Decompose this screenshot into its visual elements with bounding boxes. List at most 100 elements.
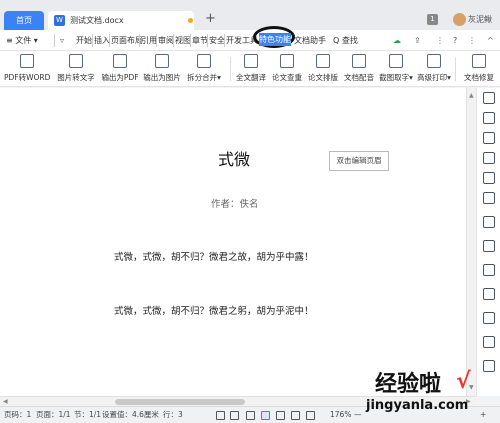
fullscreen-icon[interactable] bbox=[216, 411, 225, 420]
settings-icon[interactable]: ⋮ bbox=[468, 30, 476, 51]
page-view-icon[interactable] bbox=[261, 411, 270, 420]
menu-item-featured[interactable]: 特色功能 bbox=[259, 33, 291, 46]
share-box-icon[interactable] bbox=[483, 336, 495, 348]
horizontal-scroll-thumb[interactable] bbox=[115, 399, 245, 405]
right-side-panel bbox=[476, 88, 500, 396]
doc-repair-button[interactable]: 文档修复 bbox=[460, 51, 498, 87]
share-icon[interactable]: ⇪ bbox=[414, 30, 421, 51]
watermark-check-icon: √ bbox=[456, 369, 471, 394]
printer-icon bbox=[427, 54, 441, 68]
read-mode-icon[interactable] bbox=[246, 411, 255, 420]
watermark-logo: 经验啦 bbox=[375, 372, 442, 397]
document-page[interactable] bbox=[0, 88, 466, 396]
status-setting-value: 设置值：4.6厘米 bbox=[102, 410, 159, 419]
zoom-level[interactable]: 176% bbox=[330, 407, 351, 423]
menu-item-doc-assistant[interactable]: 文档助手 bbox=[294, 30, 326, 51]
location-icon[interactable] bbox=[483, 152, 495, 164]
fill-icon[interactable] bbox=[483, 192, 495, 204]
document-tab-title: 测试文档.docx bbox=[70, 16, 124, 25]
menu-item-reference[interactable]: 引用 bbox=[141, 30, 157, 51]
vertical-scrollbar[interactable]: ▲ ▼ bbox=[466, 88, 476, 396]
pdf-to-word-icon bbox=[20, 54, 34, 68]
tab-bar: 首页 W 测试文档.docx + 1 灰泥鳅 bbox=[0, 0, 500, 30]
plagiarism-check-button[interactable]: 论文查重 bbox=[270, 51, 304, 87]
document-author: 作者：佚名 bbox=[211, 199, 259, 210]
zoom-in-button[interactable]: + bbox=[480, 407, 486, 423]
export-image-button[interactable]: 输出为图片 bbox=[142, 51, 182, 87]
panel-pin-icon[interactable] bbox=[483, 92, 495, 104]
user-name[interactable]: 灰泥鳅 bbox=[468, 13, 492, 26]
menu-divider bbox=[54, 34, 55, 47]
export-pdf-button[interactable]: 输出为PDF bbox=[100, 51, 140, 87]
menu-item-insert[interactable]: 插入 bbox=[94, 30, 110, 51]
menu-item-chapter[interactable]: 章节 bbox=[192, 30, 208, 51]
split-merge-button[interactable]: 拆分合并▾ bbox=[184, 51, 224, 87]
screenshot-ocr-button[interactable]: 截图取字▾ bbox=[376, 51, 416, 87]
menu-item-view[interactable]: 视图 bbox=[175, 30, 191, 51]
document-icon[interactable] bbox=[483, 288, 495, 300]
web-view-icon[interactable] bbox=[276, 411, 285, 420]
menu-divider bbox=[156, 34, 157, 47]
export-image-icon bbox=[155, 54, 169, 68]
menu-bar: ≡ 文件 ▾ ▿ 开始 插入 页面布局 引用 审阅 视图 章节 安全 开发工具 … bbox=[0, 30, 500, 51]
status-section: 节：1/1 bbox=[74, 410, 102, 419]
paper-layout-button[interactable]: 论文排版 bbox=[306, 51, 340, 87]
status-row: 行：3 bbox=[163, 410, 183, 419]
home-tab[interactable]: 首页 bbox=[4, 11, 44, 30]
menu-divider bbox=[139, 34, 140, 47]
document-title: 式微 bbox=[218, 150, 251, 169]
menu-divider bbox=[92, 34, 93, 47]
menu-divider bbox=[173, 34, 174, 47]
plagiarism-check-icon bbox=[280, 54, 294, 68]
help-icon[interactable]: ? bbox=[453, 30, 457, 51]
poem-line-1: 式微，式微，胡不归？微君之故，胡为乎中露！ bbox=[114, 252, 314, 263]
menu-divider bbox=[190, 34, 191, 47]
watermark-url: jingyanla.com bbox=[366, 398, 469, 413]
write-mode-icon[interactable] bbox=[291, 411, 300, 420]
status-pages[interactable]: 页面：1/1 bbox=[36, 407, 71, 423]
menu-item-review[interactable]: 审阅 bbox=[158, 30, 174, 51]
search-button[interactable]: Q 查找 bbox=[333, 30, 358, 51]
ribbon-toolbar: PDF转WORD 图片转文字 输出为PDF 输出为图片 拆分合并▾ 全文翻译 论… bbox=[0, 51, 500, 87]
outline-icon[interactable] bbox=[230, 411, 239, 420]
advanced-print-button[interactable]: 高级打印▾ bbox=[416, 51, 452, 87]
edit-pen-icon[interactable] bbox=[483, 112, 495, 124]
chart-icon[interactable] bbox=[483, 264, 495, 276]
export-pdf-icon bbox=[113, 54, 127, 68]
select-cursor-icon[interactable] bbox=[483, 132, 495, 144]
mail-icon[interactable] bbox=[483, 360, 495, 372]
avatar[interactable] bbox=[453, 13, 466, 26]
sheet-icon[interactable] bbox=[483, 312, 495, 324]
unsaved-dot-icon bbox=[188, 18, 193, 23]
table-icon[interactable] bbox=[483, 216, 495, 228]
full-translate-button[interactable]: 全文翻译 bbox=[234, 51, 268, 87]
collapse-ribbon-icon[interactable]: ^ bbox=[487, 30, 494, 51]
menu-item-security[interactable]: 安全 bbox=[209, 30, 225, 51]
paper-layout-icon bbox=[316, 54, 330, 68]
scroll-up-icon[interactable]: ▲ bbox=[469, 92, 474, 99]
edit-icon[interactable] bbox=[483, 240, 495, 252]
split-merge-icon bbox=[197, 54, 211, 68]
text-format-icon[interactable] bbox=[483, 172, 495, 184]
more-icon[interactable]: ⋮ bbox=[436, 30, 444, 51]
ribbon-divider bbox=[230, 57, 231, 81]
menu-divider bbox=[109, 34, 110, 47]
status-page: 页码：1 bbox=[4, 410, 32, 419]
ribbon-divider bbox=[455, 57, 456, 81]
eye-protect-icon[interactable] bbox=[306, 411, 315, 420]
pdf-to-word-button[interactable]: PDF转WORD bbox=[4, 51, 50, 87]
filter-icon[interactable]: ▿ bbox=[60, 30, 64, 51]
window-count-badge[interactable]: 1 bbox=[427, 14, 438, 25]
file-menu[interactable]: ≡ 文件 ▾ bbox=[6, 30, 38, 51]
scroll-left-icon[interactable]: ◀ bbox=[3, 398, 8, 405]
doc-voice-button[interactable]: 文档配音 bbox=[342, 51, 376, 87]
poem-line-2: 式微，式微，胡不归？微君之躬，胡为乎泥中！ bbox=[114, 306, 314, 317]
image-to-text-button[interactable]: 图片转文字 bbox=[54, 51, 98, 87]
zoom-out-button[interactable]: — bbox=[354, 407, 362, 423]
screenshot-ocr-icon bbox=[389, 54, 403, 68]
document-tab[interactable]: W 测试文档.docx bbox=[48, 11, 194, 30]
edit-header-button[interactable]: 双击编辑页眉 bbox=[329, 151, 389, 171]
menu-item-start[interactable]: 开始 bbox=[76, 30, 92, 51]
new-tab-button[interactable]: + bbox=[205, 11, 216, 27]
cloud-sync-icon[interactable]: ☁ bbox=[393, 30, 401, 51]
